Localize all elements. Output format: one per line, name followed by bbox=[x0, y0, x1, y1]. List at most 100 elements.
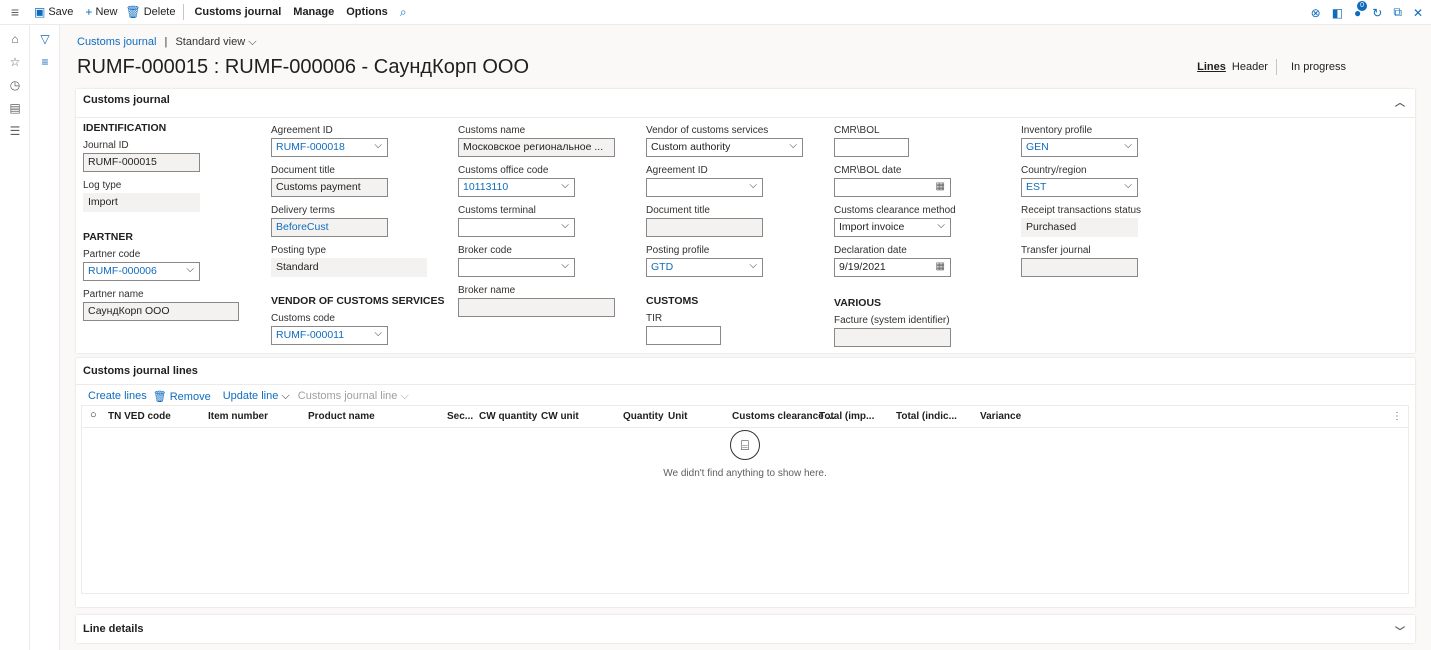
create-lines-button[interactable]: Create lines bbox=[88, 390, 147, 403]
agreement-id-field[interactable]: RUMF-000018 ⌵ bbox=[271, 138, 388, 157]
posting-type-field[interactable]: Standard bbox=[271, 258, 427, 277]
filter-icon[interactable]: ▽ bbox=[30, 27, 60, 50]
more-options-icon[interactable]: ⋮ bbox=[1392, 411, 1402, 422]
posting-profile-label: Posting profile bbox=[646, 245, 710, 256]
chevron-down-icon[interactable]: ⌵ bbox=[937, 220, 945, 231]
home-icon[interactable]: ⌂ bbox=[0, 27, 30, 50]
clearance-method-field[interactable]: Import invoice ⌵ bbox=[834, 218, 951, 237]
col-sec[interactable]: Sec... bbox=[447, 411, 473, 422]
customs-office-code-field[interactable]: 10113110 ⌵ bbox=[458, 178, 575, 197]
clock-icon[interactable]: ◷ bbox=[0, 73, 30, 96]
chevron-down-icon[interactable]: ⌵ bbox=[561, 260, 569, 271]
workspace-icon[interactable]: ▤ bbox=[0, 96, 30, 119]
facture-field[interactable] bbox=[834, 328, 951, 347]
close-icon[interactable]: ✕ bbox=[1413, 6, 1423, 20]
menu-manage[interactable]: Manage bbox=[287, 0, 340, 25]
update-line-button[interactable]: Update line ⌵ bbox=[223, 390, 290, 403]
col-item-number[interactable]: Item number bbox=[208, 411, 268, 422]
hamburger-menu-icon[interactable]: ≡ bbox=[0, 0, 30, 25]
document-title-field[interactable]: Customs payment bbox=[271, 178, 388, 197]
new-button[interactable]: + New bbox=[81, 0, 121, 25]
tir-field[interactable] bbox=[646, 326, 721, 345]
line-details-header[interactable]: Line details ﹀ bbox=[76, 615, 1415, 643]
list-view-icon[interactable]: ≡ bbox=[30, 50, 60, 73]
customs-journal-line-menu[interactable]: Customs journal line ⌵ bbox=[298, 390, 409, 403]
log-type-field[interactable]: Import bbox=[83, 193, 200, 212]
menu-options[interactable]: Options bbox=[340, 0, 394, 25]
chevron-down-icon[interactable]: ⌵ bbox=[749, 260, 757, 271]
link-icon[interactable]: ⊗ bbox=[1311, 6, 1321, 20]
list-icon[interactable]: ☰ bbox=[0, 119, 30, 142]
chevron-up-icon[interactable]: ︿ bbox=[1395, 94, 1405, 109]
group-vendor-of-customs-services: VENDOR OF CUSTOMS SERVICES bbox=[271, 295, 445, 307]
cmr-bol-date-field[interactable]: ▦ bbox=[834, 178, 951, 197]
vendor-field[interactable]: Custom authority ⌵ bbox=[646, 138, 803, 157]
journal-id-field[interactable]: RUMF-000015 bbox=[83, 153, 200, 172]
delete-button[interactable]: 🗑 Delete bbox=[121, 0, 179, 25]
select-all-radio[interactable]: ○ bbox=[90, 409, 97, 421]
save-button[interactable]: ▣ Save bbox=[30, 0, 77, 25]
chevron-down-icon[interactable]: ⌵ bbox=[374, 328, 382, 339]
inventory-profile-field[interactable]: GEN ⌵ bbox=[1021, 138, 1138, 157]
posting-profile-field[interactable]: GTD ⌵ bbox=[646, 258, 763, 277]
partner-code-field[interactable]: RUMF-000006 ⌵ bbox=[83, 262, 200, 281]
chevron-down-icon[interactable]: ⌵ bbox=[561, 220, 569, 231]
col-product-name[interactable]: Product name bbox=[308, 411, 375, 422]
col-quantity[interactable]: Quantity bbox=[623, 411, 664, 422]
col-tn-ved-code[interactable]: TN VED code bbox=[108, 411, 171, 422]
view-selector[interactable]: Standard view bbox=[175, 36, 245, 48]
cmr-bol-field[interactable] bbox=[834, 138, 909, 157]
chevron-down-icon[interactable]: ⌵ bbox=[1124, 140, 1132, 151]
col-total-imp[interactable]: Total (imp... bbox=[819, 411, 874, 422]
broker-name-field[interactable] bbox=[458, 298, 615, 317]
tab-lines[interactable]: Lines bbox=[1197, 61, 1226, 73]
search-icon[interactable]: ⌕ bbox=[394, 5, 413, 20]
broker-code-field[interactable]: ⌵ bbox=[458, 258, 575, 277]
chevron-down-icon[interactable]: ﹀ bbox=[1395, 623, 1405, 638]
country-region-field[interactable]: EST ⌵ bbox=[1021, 178, 1138, 197]
declaration-date-field[interactable]: 9/19/2021 ▦ bbox=[834, 258, 951, 277]
transfer-journal-field[interactable] bbox=[1021, 258, 1138, 277]
customs-name-field[interactable]: Московское региональное ... bbox=[458, 138, 615, 157]
col-total-indic[interactable]: Total (indic... bbox=[896, 411, 957, 422]
fasttab-header[interactable]: Customs journal ︿ bbox=[76, 89, 1415, 111]
customs-terminal-field[interactable]: ⌵ bbox=[458, 218, 575, 237]
vendor-label: Vendor of customs services bbox=[646, 125, 769, 136]
lines-section-header: Customs journal lines bbox=[83, 365, 198, 377]
messages-icon[interactable]: ● 0 bbox=[1354, 0, 1368, 20]
chevron-down-icon[interactable]: ⌵ bbox=[561, 180, 569, 191]
col-variance[interactable]: Variance bbox=[980, 411, 1021, 422]
agreement-id-2-field[interactable]: ⌵ bbox=[646, 178, 763, 197]
tab-header[interactable]: Header bbox=[1232, 61, 1268, 73]
calendar-icon[interactable]: ▦ bbox=[936, 261, 945, 272]
calendar-icon[interactable]: ▦ bbox=[936, 181, 945, 192]
chevron-down-icon[interactable]: ⌵ bbox=[245, 36, 256, 48]
refresh-icon[interactable]: ↻ bbox=[1372, 6, 1382, 20]
partner-name-field[interactable]: СаундКорп ООО bbox=[83, 302, 239, 321]
office-icon[interactable]: ◧ bbox=[1332, 6, 1343, 20]
chevron-down-icon[interactable]: ⌵ bbox=[789, 140, 797, 151]
clearance-method-label: Customs clearance method bbox=[834, 205, 956, 216]
breadcrumb-link[interactable]: Customs journal bbox=[77, 36, 156, 48]
empty-state: ⌸ We didn't find anything to show here. bbox=[82, 430, 1408, 479]
delivery-terms-label: Delivery terms bbox=[271, 205, 335, 216]
plus-icon: + bbox=[85, 5, 93, 19]
chevron-down-icon[interactable]: ⌵ bbox=[374, 140, 382, 151]
star-icon[interactable]: ☆ bbox=[0, 50, 30, 73]
remove-button[interactable]: 🗑 Remove bbox=[153, 390, 211, 403]
page-title: RUMF-000015 : RUMF-000006 - СаундКорп ОО… bbox=[77, 56, 530, 78]
open-new-window-icon[interactable]: ⧉ bbox=[1393, 5, 1402, 20]
chevron-down-icon[interactable]: ⌵ bbox=[1124, 180, 1132, 191]
breadcrumb: Customs journal | Standard view ⌵ bbox=[77, 36, 257, 48]
chevron-down-icon[interactable]: ⌵ bbox=[186, 264, 194, 275]
group-identification: IDENTIFICATION bbox=[83, 122, 167, 134]
chevron-down-icon[interactable]: ⌵ bbox=[749, 180, 757, 191]
document-title-2-field[interactable] bbox=[646, 218, 763, 237]
receipt-status-field[interactable]: Purchased bbox=[1021, 218, 1138, 237]
col-cw-unit[interactable]: CW unit bbox=[541, 411, 579, 422]
customs-code-field[interactable]: RUMF-000011 ⌵ bbox=[271, 326, 388, 345]
col-cw-quantity[interactable]: CW quantity bbox=[479, 411, 537, 422]
menu-customs-journal[interactable]: Customs journal bbox=[188, 0, 287, 25]
col-unit[interactable]: Unit bbox=[668, 411, 687, 422]
delivery-terms-field[interactable]: BeforeCust bbox=[271, 218, 388, 237]
